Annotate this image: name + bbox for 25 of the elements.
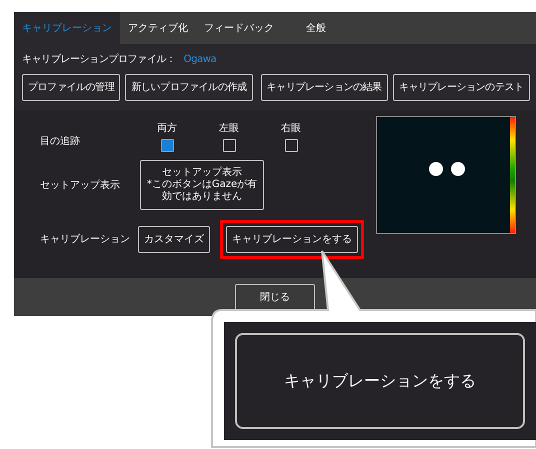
zoomed-calibrate-button[interactable]: キャリブレーションをする [235,333,525,429]
setup-label: セットアップ表示 [40,178,121,192]
tab[interactable]: アクティブ化 [120,12,196,44]
close-button[interactable]: 閉じる [235,284,315,310]
profile-button[interactable]: 新しいプロファイルの作成 [125,74,253,101]
calibrate-button[interactable]: キャリブレーションをする [226,226,358,253]
eye-tracking-label: 目の追跡 [40,134,81,149]
calibration-result-button[interactable]: キャリブレーションの結果 [260,74,388,101]
eye-checkbox[interactable] [222,139,236,152]
eye-option-label: 右眼 [281,122,301,136]
profile-label: キャリブレーションプロファイル： [22,52,176,67]
eye-option-label: 両方 [157,122,177,136]
eye-dots-icon [429,162,465,176]
calibration-label: キャリブレーション [40,232,131,247]
customize-button[interactable]: カスタマイズ [138,226,210,253]
eye-checkbox[interactable] [160,139,174,152]
setup-button[interactable]: セットアップ表示 *このボタンはGazeが有効ではありません [140,160,264,210]
eye-option-label: 左眼 [219,122,239,136]
profile-button[interactable]: プロファイルの管理 [22,74,120,101]
profile-name: Ogawa [184,53,216,67]
tab[interactable]: フィードバック [196,12,282,44]
calibration-result-button[interactable]: キャリブレーションのテスト [392,74,530,101]
tab[interactable]: 全般 [298,12,334,44]
eye-checkbox[interactable] [284,139,298,152]
tab[interactable]: キャリブレーション [14,12,120,44]
